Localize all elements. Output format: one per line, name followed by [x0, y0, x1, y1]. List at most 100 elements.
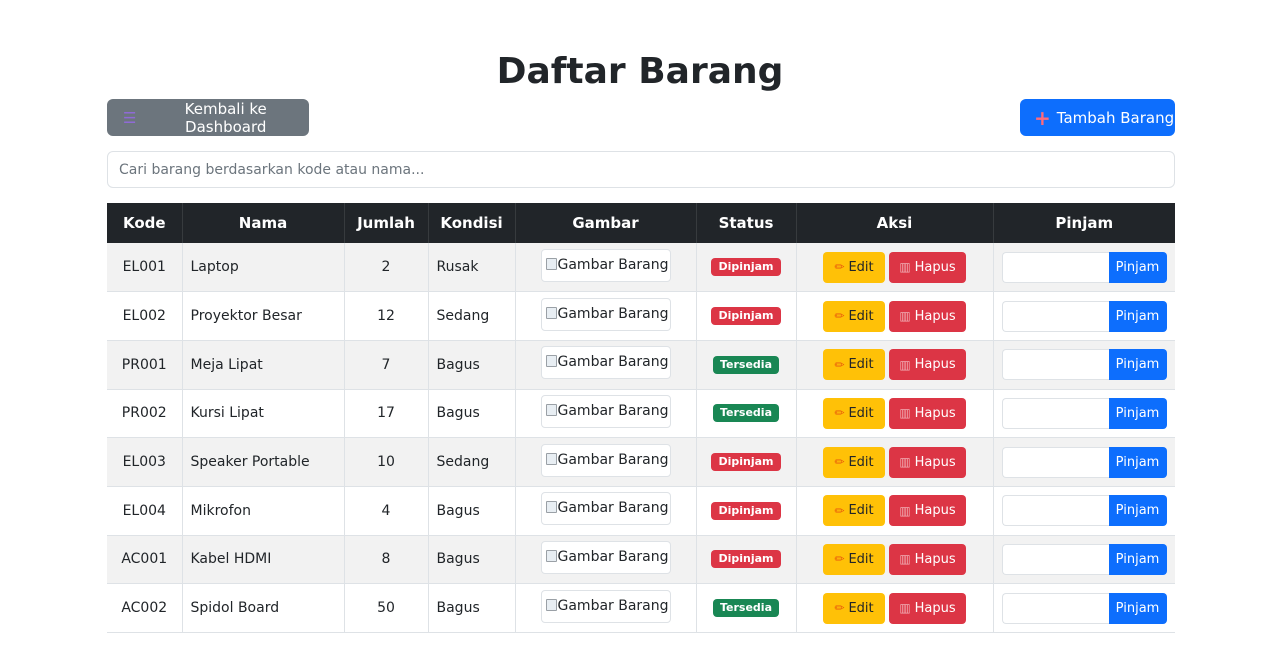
cell-kode: EL003 [107, 437, 183, 487]
cell-nama: Kabel HDMI [182, 535, 345, 585]
status-badge: Tersedia [712, 404, 779, 423]
delete-button[interactable]: ▥ Hapus [889, 300, 966, 332]
cell-gambar: Gambar Barang [515, 437, 697, 487]
item-image: Gambar Barang [540, 297, 671, 331]
cell-kondisi: Bagus [428, 535, 516, 585]
pinjam-input[interactable] [1001, 397, 1109, 429]
cell-status: Dipinjam [696, 291, 797, 341]
cell-gambar: Gambar Barang [515, 486, 697, 536]
cell-aksi: ✏ Edit ▥ Hapus [796, 437, 994, 487]
cell-status: Tersedia [696, 583, 797, 633]
pinjam-input[interactable] [1001, 251, 1109, 283]
cell-pinjam: Pinjam [993, 486, 1175, 536]
pinjam-button[interactable]: Pinjam [1108, 397, 1167, 429]
status-badge: Dipinjam [711, 453, 781, 472]
pinjam-button[interactable]: Pinjam [1108, 495, 1167, 527]
pinjam-button[interactable]: Pinjam [1108, 349, 1167, 381]
pencil-icon: ✏ [834, 455, 845, 470]
image-alt-text: Gambar Barang [557, 256, 669, 273]
cell-kode: PR001 [107, 340, 183, 390]
edit-label: Edit [848, 357, 874, 373]
pinjam-input[interactable] [1001, 543, 1109, 575]
cell-pinjam: Pinjam [993, 535, 1175, 585]
table-row: EL003 Speaker Portable 10 Sedang Gambar Bara… [107, 437, 1175, 487]
items-table: Kode Nama Jumlah Kondisi Gambar Status A… [107, 203, 1175, 633]
pinjam-button[interactable]: Pinjam [1108, 251, 1167, 283]
delete-button[interactable]: ▥ Hapus [889, 349, 966, 381]
cell-kondisi: Bagus [428, 486, 516, 536]
back-to-dashboard-button[interactable]: ☰ Kembali ke Dashboard [107, 99, 309, 136]
add-item-button[interactable]: + Tambah Barang [1020, 99, 1175, 136]
delete-label: Hapus [914, 551, 956, 567]
delete-button[interactable]: ▥ Hapus [889, 446, 966, 478]
item-image: Gambar Barang [540, 492, 671, 526]
cell-status: Dipinjam [696, 486, 797, 536]
table-row: AC002 Spidol Board 50 Bagus Gambar Barang Ter… [107, 583, 1175, 633]
search-input[interactable] [107, 151, 1175, 188]
cell-jumlah: 7 [344, 340, 429, 390]
cell-jumlah: 50 [344, 583, 429, 633]
delete-button[interactable]: ▥ Hapus [889, 592, 966, 624]
pinjam-button[interactable]: Pinjam [1108, 592, 1167, 624]
edit-button[interactable]: ✏ Edit [823, 349, 885, 381]
delete-button[interactable]: ▥ Hapus [889, 543, 966, 575]
delete-button[interactable]: ▥ Hapus [889, 251, 966, 283]
trash-icon: ▥ [899, 455, 911, 470]
pencil-icon: ✏ [834, 260, 845, 275]
trash-icon: ▥ [899, 601, 911, 616]
cell-status: Tersedia [696, 389, 797, 439]
edit-button[interactable]: ✏ Edit [823, 446, 885, 478]
delete-button[interactable]: ▥ Hapus [889, 495, 966, 527]
pinjam-group: Pinjam [1001, 349, 1168, 381]
cell-nama: Speaker Portable [182, 437, 345, 487]
edit-button[interactable]: ✏ Edit [823, 543, 885, 575]
edit-button[interactable]: ✏ Edit [823, 397, 885, 429]
cell-gambar: Gambar Barang [515, 340, 697, 390]
cell-kode: EL002 [107, 291, 183, 341]
pinjam-input[interactable] [1001, 300, 1109, 332]
cell-kondisi: Bagus [428, 583, 516, 633]
image-alt-text: Gambar Barang [557, 597, 669, 614]
image-alt-text: Gambar Barang [557, 548, 669, 565]
edit-button[interactable]: ✏ Edit [823, 495, 885, 527]
pinjam-button[interactable]: Pinjam [1108, 300, 1167, 332]
pinjam-button[interactable]: Pinjam [1108, 543, 1167, 575]
pinjam-button[interactable]: Pinjam [1108, 446, 1167, 478]
delete-label: Hapus [914, 600, 956, 616]
cell-aksi: ✏ Edit ▥ Hapus [796, 243, 994, 293]
status-badge: Dipinjam [711, 307, 781, 326]
cell-status: Dipinjam [696, 437, 797, 487]
pinjam-input[interactable] [1001, 446, 1109, 478]
column-header-status: Status [696, 203, 797, 243]
cell-gambar: Gambar Barang [515, 291, 697, 341]
add-button-label: Tambah Barang [1056, 108, 1175, 127]
pencil-icon: ✏ [834, 503, 845, 518]
edit-button[interactable]: ✏ Edit [823, 300, 885, 332]
cell-jumlah: 12 [344, 291, 429, 341]
cell-kode: EL001 [107, 243, 183, 293]
trash-icon: ▥ [899, 552, 911, 567]
pinjam-input[interactable] [1001, 495, 1109, 527]
pinjam-input[interactable] [1001, 349, 1109, 381]
cell-kondisi: Bagus [428, 389, 516, 439]
image-alt-text: Gambar Barang [557, 354, 669, 371]
cell-aksi: ✏ Edit ▥ Hapus [796, 340, 994, 390]
item-image: Gambar Barang [540, 443, 671, 477]
cell-kondisi: Sedang [428, 291, 516, 341]
pencil-icon: ✏ [834, 309, 845, 324]
edit-button[interactable]: ✏ Edit [823, 251, 885, 283]
edit-button[interactable]: ✏ Edit [823, 592, 885, 624]
cell-aksi: ✏ Edit ▥ Hapus [796, 583, 994, 633]
trash-icon: ▥ [899, 406, 911, 421]
cell-pinjam: Pinjam [993, 389, 1175, 439]
pinjam-group: Pinjam [1001, 397, 1168, 429]
cell-jumlah: 4 [344, 486, 429, 536]
cell-kondisi: Sedang [428, 437, 516, 487]
broken-image-icon [545, 501, 557, 514]
cell-pinjam: Pinjam [993, 243, 1175, 293]
pinjam-group: Pinjam [1001, 251, 1168, 283]
delete-button[interactable]: ▥ Hapus [889, 397, 966, 429]
trash-icon: ▥ [899, 357, 911, 372]
pinjam-input[interactable] [1001, 592, 1109, 624]
cell-jumlah: 17 [344, 389, 429, 439]
